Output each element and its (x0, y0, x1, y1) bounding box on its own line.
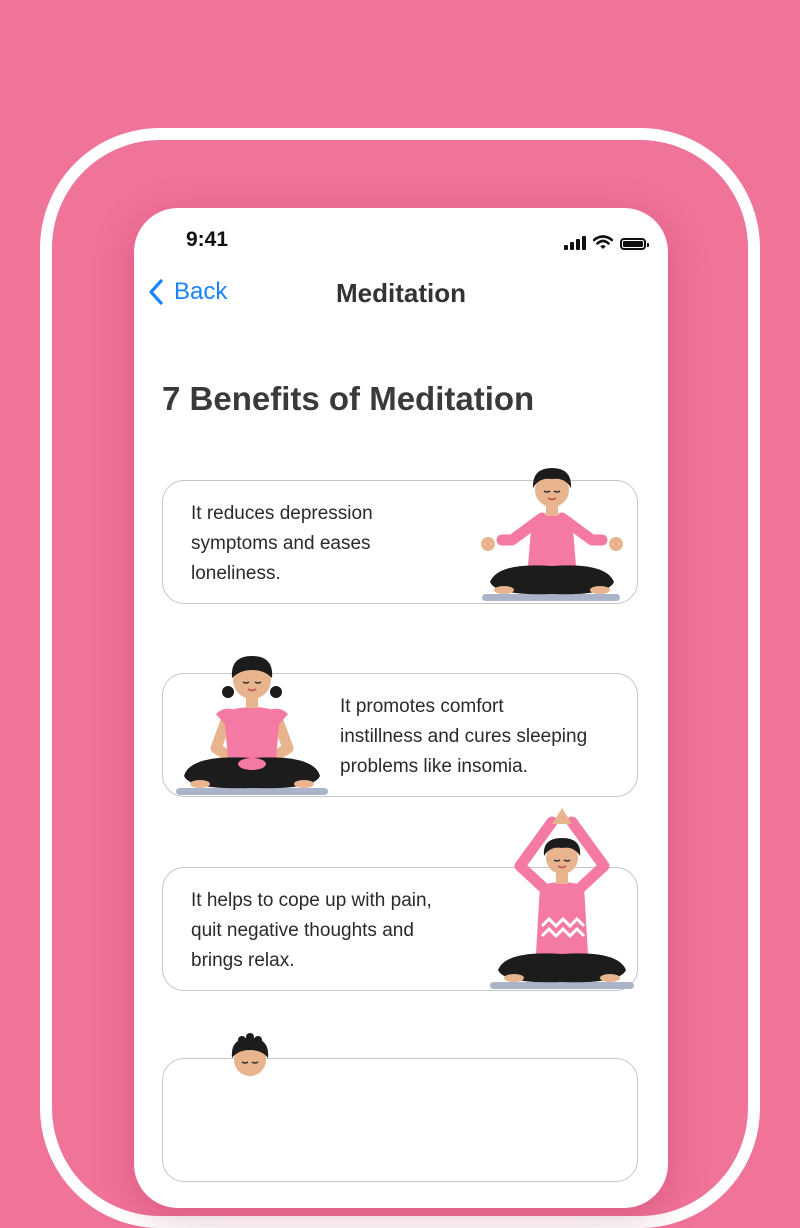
meditating-person-4-illustration (231, 1033, 269, 1076)
meditating-girl-illustration (176, 656, 328, 795)
benefit-text-2: It promotes comfort instillness and cure… (340, 696, 588, 777)
benefit-text-3: It helps to cope up with pain, quit nega… (191, 890, 432, 971)
cellular-signal-icon (564, 236, 586, 250)
battery-icon (620, 238, 649, 250)
benefit-text-1: It reduces depression symptoms and eases… (191, 503, 373, 584)
nav-title: Meditation (336, 278, 466, 308)
status-icons (564, 232, 649, 250)
wifi-icon (593, 235, 613, 249)
status-time: 9:41 (186, 228, 229, 251)
phone-screen: 9:41 Back Meditation 7 Benefits of Medit… (134, 208, 668, 1208)
page-heading: 7 Benefits of Meditation (162, 380, 535, 417)
meditating-arms-raised-illustration (490, 808, 634, 989)
meditating-boy-illustration (481, 468, 623, 601)
